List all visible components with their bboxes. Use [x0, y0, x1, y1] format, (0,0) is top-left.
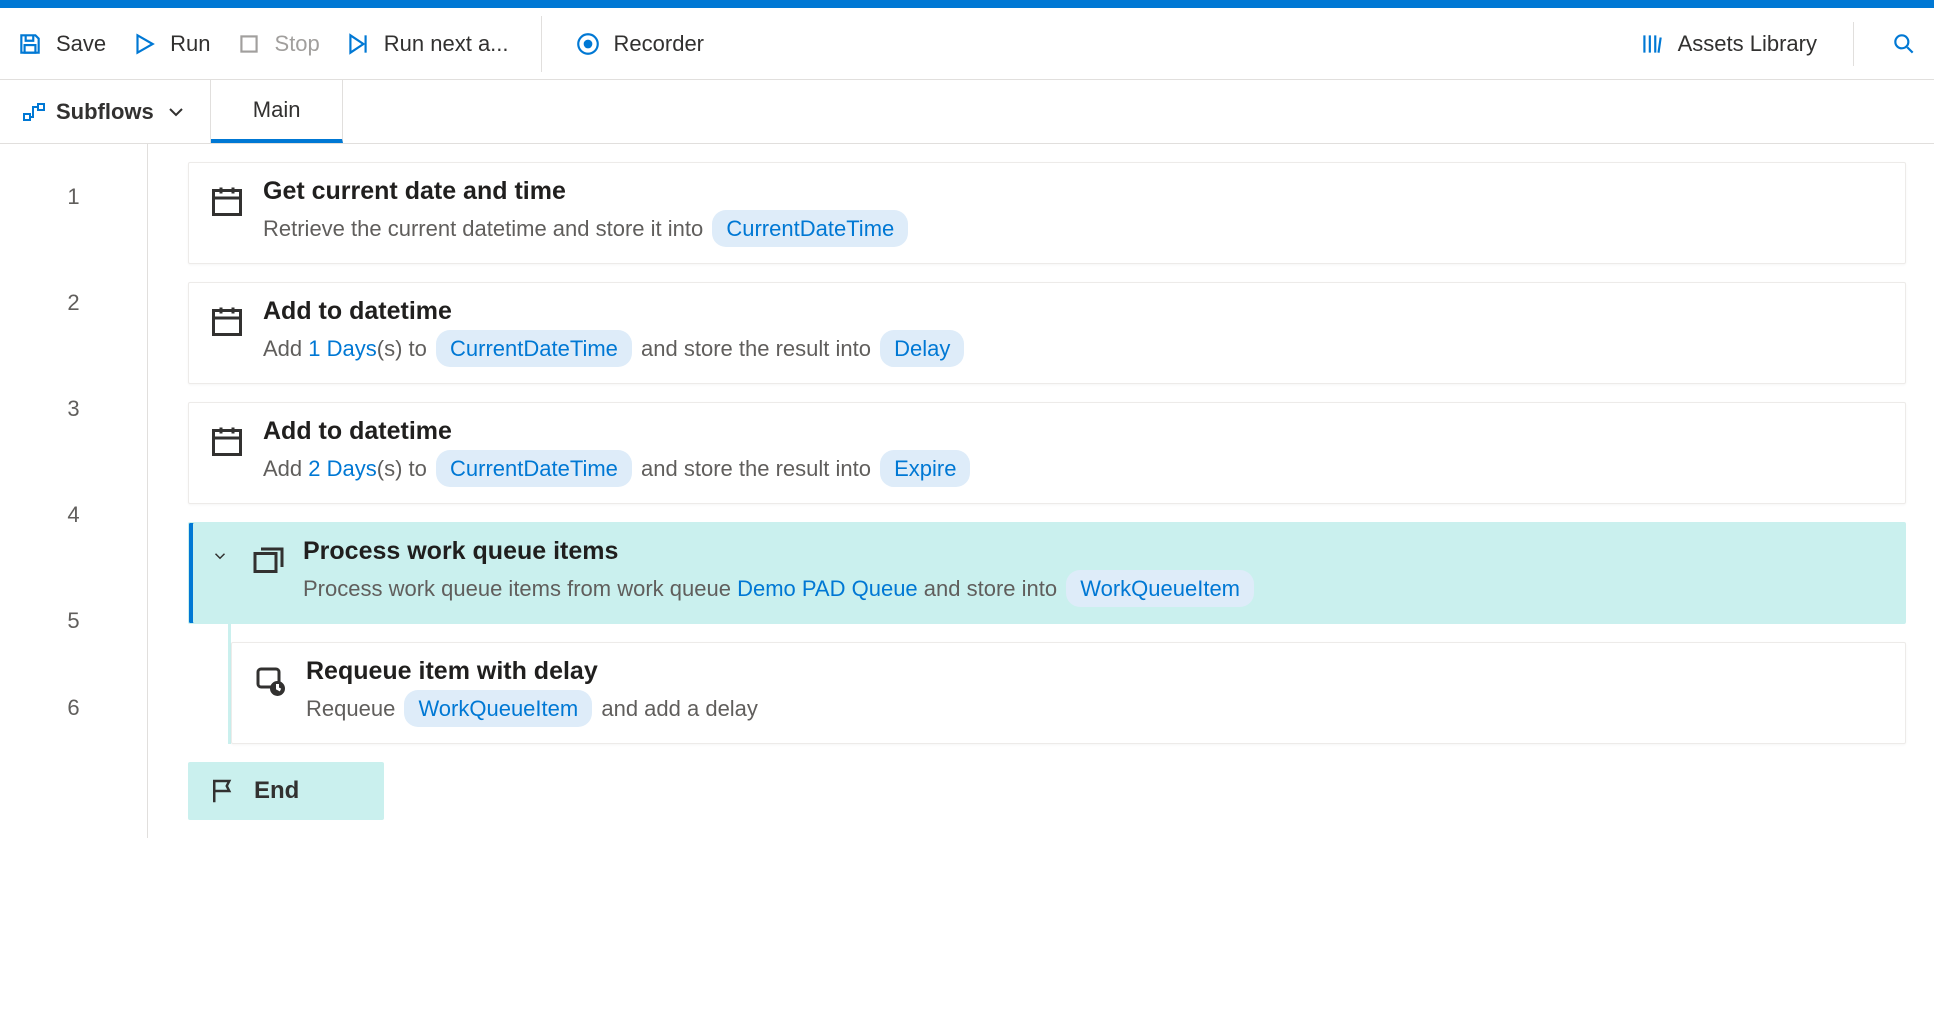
requeue-icon: [252, 663, 288, 699]
value-link[interactable]: 2 Days: [308, 456, 376, 481]
subflows-dropdown[interactable]: Subflows: [0, 80, 211, 143]
action-process-work-queue[interactable]: Process work queue items Process work qu…: [188, 522, 1906, 624]
nested-block: Requeue item with delay Requeue WorkQueu…: [228, 624, 1906, 744]
end-label: End: [254, 777, 299, 805]
variable-chip[interactable]: CurrentDateTime: [436, 450, 632, 487]
calendar-icon: [209, 303, 245, 339]
action-requeue-item[interactable]: Requeue item with delay Requeue WorkQueu…: [231, 642, 1906, 744]
tab-main-label: Main: [253, 97, 301, 123]
line-number: 1: [0, 144, 147, 250]
stop-icon: [235, 30, 263, 58]
run-label: Run: [170, 31, 210, 57]
save-icon: [16, 30, 44, 58]
toolbar-left-group: Save Run Stop Run next a...: [16, 30, 509, 58]
desc-text: and store into: [924, 576, 1057, 601]
save-button[interactable]: Save: [16, 30, 106, 58]
desc-text: and store the result into: [641, 456, 871, 481]
action-body: Process work queue items Process work qu…: [303, 537, 1257, 607]
calendar-icon: [209, 183, 245, 219]
action-add-datetime-2[interactable]: Add to datetime Add 2 Days(s) to Current…: [188, 402, 1906, 504]
collapse-toggle[interactable]: [209, 537, 231, 565]
assets-library-button[interactable]: Assets Library: [1638, 30, 1817, 58]
action-end-block[interactable]: End: [188, 762, 384, 820]
library-icon: [1638, 30, 1666, 58]
action-body: Add to datetime Add 1 Days(s) to Current…: [263, 297, 967, 367]
flow-icon: [22, 100, 46, 124]
variable-chip[interactable]: WorkQueueItem: [404, 690, 592, 727]
recorder-button[interactable]: Recorder: [574, 30, 704, 58]
line-number: 2: [0, 250, 147, 356]
value-link[interactable]: 1 Days: [308, 336, 376, 361]
play-icon: [130, 30, 158, 58]
assets-library-label: Assets Library: [1678, 31, 1817, 57]
search-icon: [1890, 30, 1918, 58]
flag-icon: [208, 776, 238, 806]
desc-text: and store the result into: [641, 336, 871, 361]
subflows-label: Subflows: [56, 99, 154, 125]
action-title: Add to datetime: [263, 297, 967, 326]
recorder-label: Recorder: [614, 31, 704, 57]
desc-text: Retrieve the current datetime and store …: [263, 216, 703, 241]
line-number: 6: [0, 674, 147, 742]
queue-icon: [249, 543, 285, 579]
action-description: Retrieve the current datetime and store …: [263, 210, 911, 247]
variable-chip[interactable]: WorkQueueItem: [1066, 570, 1254, 607]
line-number: 3: [0, 356, 147, 462]
action-description: Requeue WorkQueueItem and add a delay: [306, 690, 758, 727]
run-button[interactable]: Run: [130, 30, 210, 58]
action-title: Get current date and time: [263, 177, 911, 206]
action-body: Add to datetime Add 2 Days(s) to Current…: [263, 417, 973, 487]
flow-canvas: Get current date and time Retrieve the c…: [148, 144, 1934, 838]
action-title: Process work queue items: [303, 537, 1257, 566]
tab-main[interactable]: Main: [211, 80, 344, 143]
toolbar-separator-right: [1853, 22, 1854, 66]
toolbar-right-group: Assets Library: [1638, 22, 1918, 66]
desc-text: Process work queue items from work queue: [303, 576, 731, 601]
line-number-gutter: 1 2 3 4 5 6: [0, 144, 148, 838]
action-title: Add to datetime: [263, 417, 973, 446]
action-get-datetime[interactable]: Get current date and time Retrieve the c…: [188, 162, 1906, 264]
search-button[interactable]: [1890, 30, 1918, 58]
toolbar-separator: [541, 16, 542, 72]
step-icon: [344, 30, 372, 58]
action-body: Requeue item with delay Requeue WorkQueu…: [306, 657, 758, 727]
action-description: Add 2 Days(s) to CurrentDateTime and sto…: [263, 450, 973, 487]
run-next-button[interactable]: Run next a...: [344, 30, 509, 58]
desc-text: (s) to: [377, 456, 427, 481]
save-label: Save: [56, 31, 106, 57]
action-body: Get current date and time Retrieve the c…: [263, 177, 911, 247]
variable-chip[interactable]: CurrentDateTime: [436, 330, 632, 367]
run-next-label: Run next a...: [384, 31, 509, 57]
stop-label: Stop: [275, 31, 320, 57]
calendar-icon: [209, 423, 245, 459]
window-accent-bar: [0, 0, 1934, 8]
action-add-datetime-1[interactable]: Add to datetime Add 1 Days(s) to Current…: [188, 282, 1906, 384]
action-title: Requeue item with delay: [306, 657, 758, 686]
desc-text: Add: [263, 456, 302, 481]
toolbar: Save Run Stop Run next a... Recorder: [0, 8, 1934, 80]
desc-text: (s) to: [377, 336, 427, 361]
desc-text: Requeue: [306, 696, 395, 721]
chevron-down-icon: [164, 100, 188, 124]
sub-navigation: Subflows Main: [0, 80, 1934, 144]
variable-chip[interactable]: Delay: [880, 330, 964, 367]
workspace: 1 2 3 4 5 6 Get current date and time Re…: [0, 144, 1934, 838]
line-number: 4: [0, 462, 147, 568]
line-number: 5: [0, 568, 147, 674]
action-description: Process work queue items from work queue…: [303, 570, 1257, 607]
value-link[interactable]: Demo PAD Queue: [737, 576, 918, 601]
desc-text: Add: [263, 336, 302, 361]
stop-button: Stop: [235, 30, 320, 58]
variable-chip[interactable]: CurrentDateTime: [712, 210, 908, 247]
desc-text: and add a delay: [601, 696, 758, 721]
variable-chip[interactable]: Expire: [880, 450, 970, 487]
action-description: Add 1 Days(s) to CurrentDateTime and sto…: [263, 330, 967, 367]
record-icon: [574, 30, 602, 58]
